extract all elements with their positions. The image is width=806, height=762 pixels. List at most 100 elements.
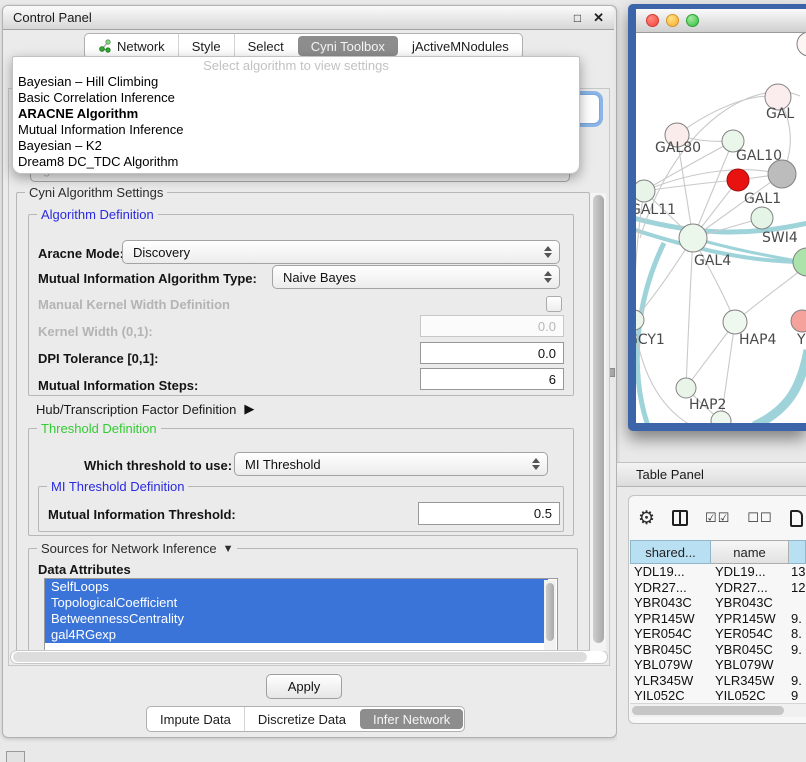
control-panel-titlebar: Control Panel □ ✕ — [3, 6, 614, 30]
table-row[interactable]: YIL052CYIL052C9 — [630, 688, 806, 703]
aracne-mode-combo[interactable]: Discovery — [122, 240, 560, 264]
tab-select[interactable]: Select — [234, 34, 297, 58]
sources-group-title-wrap[interactable]: Sources for Network Inference ▼ — [37, 541, 237, 556]
network-node[interactable] — [791, 310, 806, 332]
network-node[interactable] — [768, 160, 796, 188]
algorithm-option[interactable]: Mutual Information Inference — [13, 122, 579, 138]
network-node-swi4[interactable] — [751, 207, 773, 229]
app-root: Control Panel □ ✕ Network Style Select C… — [0, 0, 806, 762]
gear-icon[interactable]: ⚙ — [638, 509, 655, 528]
attribute-item[interactable]: SelfLoops — [45, 579, 548, 595]
mi-steps-field[interactable]: 6 — [420, 368, 564, 390]
table-row[interactable]: YBR045CYBR045C9. — [630, 642, 806, 658]
control-panel-title: Control Panel — [13, 10, 92, 25]
table-header-row: shared... name — [630, 540, 806, 564]
algorithm-placeholder: Select algorithm to view settings — [13, 57, 579, 74]
node-label: GAL10 — [736, 148, 782, 164]
node-label: GAL4 — [694, 253, 731, 269]
mi-algorithm-type-combo[interactable]: Naive Bayes — [272, 265, 560, 289]
manual-kernel-label: Manual Kernel Width Definition — [38, 297, 230, 312]
apply-button[interactable]: Apply — [266, 674, 342, 699]
table-horizontal-scrollbar[interactable] — [630, 703, 806, 717]
which-threshold-combo[interactable]: MI Threshold — [234, 452, 548, 476]
network-node[interactable] — [793, 248, 806, 276]
manual-kernel-checkbox[interactable] — [546, 296, 562, 312]
columns-layout-icon[interactable] — [672, 510, 688, 526]
network-node[interactable] — [797, 33, 806, 56]
network-canvas[interactable]: GAL GAL80 GAL10 GAL1 GAL11 SWI4 GAL4 GCY… — [636, 33, 806, 423]
algorithm-option[interactable]: Dream8 DC_TDC Algorithm — [13, 154, 579, 170]
combo-stepper-icon — [544, 271, 552, 283]
tab-network[interactable]: Network — [85, 34, 178, 58]
network-edge — [754, 350, 806, 423]
dpi-tolerance-field[interactable]: 0.0 — [420, 342, 564, 364]
file-export-icon[interactable] — [790, 510, 803, 527]
network-edge — [636, 238, 693, 320]
algorithm-option[interactable]: Basic Correlation Inference — [13, 90, 579, 106]
network-node-hap2[interactable] — [676, 378, 696, 398]
node-label: GCY1 — [636, 332, 665, 348]
settings-group-title: Cyni Algorithm Settings — [25, 185, 167, 200]
attribute-item[interactable]: BetweennessCentrality — [45, 611, 548, 627]
network-node-gal11[interactable] — [636, 180, 655, 202]
algorithm-option[interactable]: Bayesian – Hill Climbing — [13, 74, 579, 90]
which-threshold-label: Which threshold to use: — [84, 458, 232, 473]
tab-network-label: Network — [117, 39, 165, 54]
select-all-icon[interactable]: ☑☑ — [705, 510, 730, 526]
tab-impute-data[interactable]: Impute Data — [147, 707, 244, 731]
hub-tf-definition-row[interactable]: Hub/Transcription Factor Definition ▶ — [36, 401, 254, 417]
node-label: GAL — [766, 106, 794, 122]
kernel-width-label: Kernel Width (0,1): — [38, 324, 153, 339]
node-label: HAP2 — [689, 397, 726, 413]
traffic-light-close-icon[interactable] — [646, 14, 659, 27]
network-node-gal4[interactable] — [679, 224, 707, 252]
algorithm-option-selected[interactable]: ARACNE Algorithm — [13, 106, 579, 122]
table-toolbar: ⚙ ☑☑ ☐☐ — [638, 501, 806, 535]
node-label: GAL1 — [744, 191, 781, 207]
float-window-icon[interactable]: □ — [574, 11, 581, 25]
data-attributes-list[interactable]: SelfLoops TopologicalCoefficient Between… — [44, 578, 558, 652]
expand-arrow-icon[interactable]: ▶ — [244, 401, 254, 417]
table-panel-titlebar: Table Panel — [617, 462, 806, 487]
tab-cyni-toolbox[interactable]: Cyni Toolbox — [298, 36, 398, 56]
settings-vertical-scrollbar[interactable] — [590, 193, 606, 651]
traffic-light-minimize-icon[interactable] — [666, 14, 679, 27]
collapse-arrow-icon[interactable]: ▼ — [223, 543, 234, 555]
table-row[interactable]: YLR345WYLR345W9. — [630, 673, 806, 689]
column-header-name[interactable]: name — [711, 540, 789, 564]
tab-discretize-data[interactable]: Discretize Data — [244, 707, 359, 731]
attribute-item[interactable]: TopologicalCoefficient — [45, 595, 548, 611]
table-body: YDL19...YDL19...13 YDR27...YDR27...12 YB… — [630, 564, 806, 703]
traffic-light-zoom-icon[interactable] — [686, 14, 699, 27]
algorithm-dropdown-popup: Select algorithm to view settings Bayesi… — [12, 56, 580, 174]
table-row[interactable]: YDR27...YDR27...12 — [630, 580, 806, 596]
attribute-item[interactable]: gal4RGexp — [45, 627, 548, 643]
network-node-gal1[interactable] — [727, 169, 749, 191]
table-row[interactable]: YBL079WYBL079W — [630, 657, 806, 673]
kernel-width-field: 0.0 — [420, 315, 564, 337]
algorithm-option[interactable]: Bayesian – K2 — [13, 138, 579, 154]
tab-jactivemnodules[interactable]: jActiveMNodules — [399, 34, 522, 58]
network-icon — [98, 39, 112, 53]
column-header-shared[interactable]: shared... — [630, 540, 711, 564]
table-row[interactable]: YER054CYER054C8. — [630, 626, 806, 642]
network-window-titlebar[interactable] — [636, 9, 806, 33]
column-header-clipped[interactable] — [789, 540, 806, 564]
deselect-all-icon[interactable]: ☐☐ — [747, 510, 772, 526]
table-panel-title: Table Panel — [636, 467, 704, 482]
table-row[interactable]: YPR145WYPR145W9. — [630, 611, 806, 627]
table-row[interactable]: YDL19...YDL19...13 — [630, 564, 806, 580]
tab-infer-network[interactable]: Infer Network — [360, 709, 463, 729]
mi-threshold-field[interactable]: 0.5 — [418, 502, 560, 525]
settings-horizontal-scrollbar[interactable] — [10, 650, 608, 664]
table-row[interactable]: YBR043CYBR043C — [630, 595, 806, 611]
network-edge — [686, 238, 693, 388]
mi-threshold-definition-title: MI Threshold Definition — [47, 479, 188, 494]
sources-group-title: Sources for Network Inference — [41, 541, 217, 556]
network-node-hap4[interactable] — [723, 310, 747, 334]
minimized-panel-icon[interactable] — [6, 751, 25, 762]
tab-style[interactable]: Style — [178, 34, 234, 58]
threshold-definition-title: Threshold Definition — [37, 421, 161, 436]
attributes-list-scrollbar[interactable] — [544, 580, 556, 650]
close-panel-icon[interactable]: ✕ — [593, 10, 604, 26]
